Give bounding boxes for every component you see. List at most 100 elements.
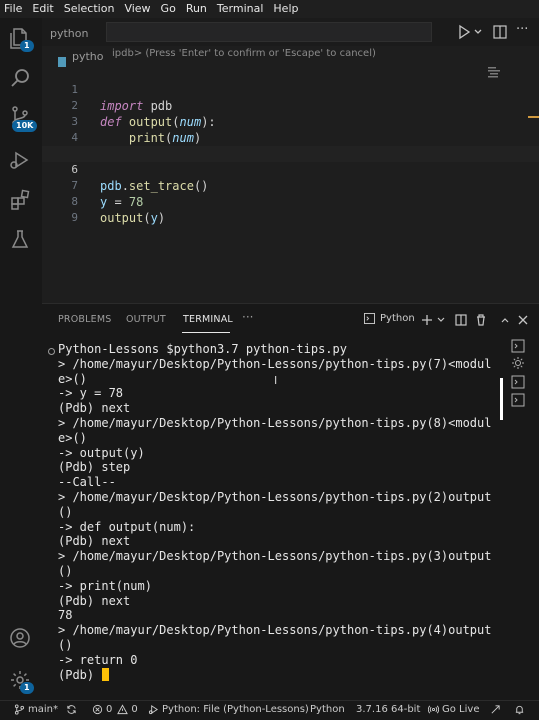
code-line-2[interactable]: 2 def output(num):	[42, 82, 539, 129]
branch-indicator[interactable]: main*	[14, 704, 58, 715]
terminal-line: -> output(y)	[58, 445, 145, 460]
search-icon[interactable]	[8, 66, 32, 90]
active-tab-indicator	[182, 332, 230, 333]
chevron-down-icon[interactable]	[434, 312, 448, 326]
menu-edit[interactable]: Edit	[32, 0, 53, 18]
remote-icon[interactable]	[490, 704, 504, 715]
scrollbar-marker	[528, 116, 539, 118]
error-count: 0	[106, 704, 113, 715]
debug-run-icon	[148, 704, 158, 715]
account-icon[interactable]	[8, 626, 32, 650]
editor-tab-label: python	[50, 26, 89, 40]
explorer-badge: 1	[20, 40, 34, 52]
terminal-line: (Pdb) next	[58, 534, 131, 549]
code-line-4[interactable]: 4 return 0	[42, 114, 539, 161]
terminal-line: (Pdb) next	[58, 401, 131, 416]
menu-view[interactable]: View	[124, 0, 150, 18]
terminal-line: (Pdb) next	[58, 593, 131, 608]
terminal-line: e>()	[58, 430, 87, 445]
menu-go[interactable]: Go	[161, 0, 176, 18]
terminal-line: -> print(num)	[58, 578, 152, 593]
terminal-line: > /home/mayur/Desktop/Python-Lessons/pyt…	[58, 549, 492, 564]
close-icon[interactable]	[516, 312, 530, 326]
editor-area: python ··· pytho ipdb> (Press 'Enter' to…	[42, 18, 539, 303]
terminal-output[interactable]: Python-Lessons $python3.7 python-tips.py…	[42, 342, 502, 697]
terminal-line: 78	[58, 608, 73, 623]
go-live-label: Go Live	[442, 704, 480, 715]
terminal-line: -> return 0	[58, 652, 138, 667]
menu-terminal[interactable]: Terminal	[217, 0, 264, 18]
terminal-line: ()	[58, 564, 73, 578]
branch-name: main*	[28, 704, 58, 715]
terminal-profile-label: Python	[380, 313, 415, 324]
more-actions-icon[interactable]: ···	[516, 22, 528, 37]
problems-indicator[interactable]: 0 0	[92, 704, 138, 715]
tab-terminal[interactable]: TERMINAL	[183, 314, 233, 325]
panel-more-icon[interactable]: ···	[242, 310, 253, 324]
run-config-indicator[interactable]: Python: File (Python-Lessons)	[148, 704, 309, 715]
new-terminal-icon[interactable]	[420, 312, 434, 326]
debug-gear-icon[interactable]	[511, 355, 525, 369]
breadcrumb[interactable]: pytho	[72, 50, 104, 63]
function-name: output	[100, 211, 144, 225]
split-editor-icon[interactable]	[492, 24, 508, 40]
identifier: y	[150, 211, 158, 225]
text-cursor-icon: I	[274, 374, 278, 387]
quick-input-hint: ipdb> (Press 'Enter' to confirm or 'Esca…	[112, 48, 376, 59]
terminal-instance-icon[interactable]	[511, 374, 525, 389]
menu-help[interactable]: Help	[273, 0, 298, 18]
go-live-button[interactable]: Go Live	[428, 704, 479, 715]
minimap[interactable]	[488, 64, 502, 78]
terminal-prompt-line[interactable]: (Pdb)	[58, 667, 110, 683]
testing-icon[interactable]	[8, 228, 32, 252]
terminal-line: -> y = 78	[58, 386, 124, 401]
tab-output[interactable]: OUTPUT	[126, 314, 166, 325]
code-line-9[interactable]: 9	[42, 194, 539, 224]
code-line-6[interactable]: 6 pdb.set_trace()	[42, 146, 539, 193]
code-line-3[interactable]: 3 print(num)	[42, 98, 539, 145]
menu-selection[interactable]: Selection	[64, 0, 115, 18]
code-line-5[interactable]: 5	[42, 130, 539, 160]
language-mode[interactable]: Python	[310, 704, 345, 715]
menu-run[interactable]: Run	[186, 0, 207, 18]
sync-icon[interactable]	[66, 704, 80, 715]
split-terminal-icon[interactable]	[454, 312, 468, 326]
code-line-7[interactable]: 7 y = 78	[42, 162, 539, 209]
terminal-line: e>()	[58, 371, 87, 386]
terminal-profile[interactable]: Python	[364, 313, 415, 324]
menu-file[interactable]: File	[4, 0, 22, 18]
punctuation: )	[157, 211, 166, 225]
run-debug-icon[interactable]	[8, 148, 32, 172]
notifications-bell-icon[interactable]	[514, 704, 528, 715]
terminal-line: ()	[58, 638, 73, 652]
terminal-instance-icon[interactable]	[511, 338, 525, 353]
code-line-8[interactable]: 8 output(y)	[42, 178, 539, 225]
terminal-line: --Call--	[58, 475, 116, 490]
source-control-badge: 10K	[12, 120, 38, 132]
tab-problems[interactable]: PROBLEMS	[58, 314, 111, 325]
pdb-prompt: (Pdb)	[58, 667, 102, 682]
chevron-up-icon[interactable]	[498, 312, 512, 326]
terminal-line: > /home/mayur/Desktop/Python-Lessons/pyt…	[58, 416, 492, 430]
terminal-line: ()	[58, 504, 73, 519]
editor-tab-bar: python ···	[42, 18, 539, 46]
terminal-scrollbar[interactable]	[500, 378, 503, 420]
terminal-icon	[364, 313, 375, 324]
extensions-icon[interactable]	[8, 188, 32, 212]
interpreter-version[interactable]: 3.7.16 64-bit	[356, 704, 420, 715]
trash-icon[interactable]	[474, 312, 488, 326]
terminal-cursor	[102, 667, 110, 681]
bottom-panel: PROBLEMS OUTPUT TERMINAL ··· Python Pyth…	[42, 303, 539, 700]
run-python-button[interactable]	[456, 24, 484, 40]
editor-tab[interactable]: python	[50, 22, 88, 44]
panel-tab-bar: PROBLEMS OUTPUT TERMINAL ··· Python	[42, 304, 539, 336]
warning-count: 0	[131, 704, 138, 715]
quick-input-box[interactable]	[106, 22, 432, 42]
menu-bar: File Edit Selection View Go Run Terminal…	[0, 0, 539, 18]
code-line-1[interactable]: 1 import pdb	[42, 66, 539, 113]
terminal-line: Python-Lessons $python3.7 python-tips.py	[58, 342, 347, 356]
terminal-instance-icon[interactable]	[511, 392, 525, 407]
terminal-line: -> def output(num):	[58, 519, 196, 534]
punctuation: (	[143, 211, 151, 225]
line-number: 9	[71, 211, 78, 224]
